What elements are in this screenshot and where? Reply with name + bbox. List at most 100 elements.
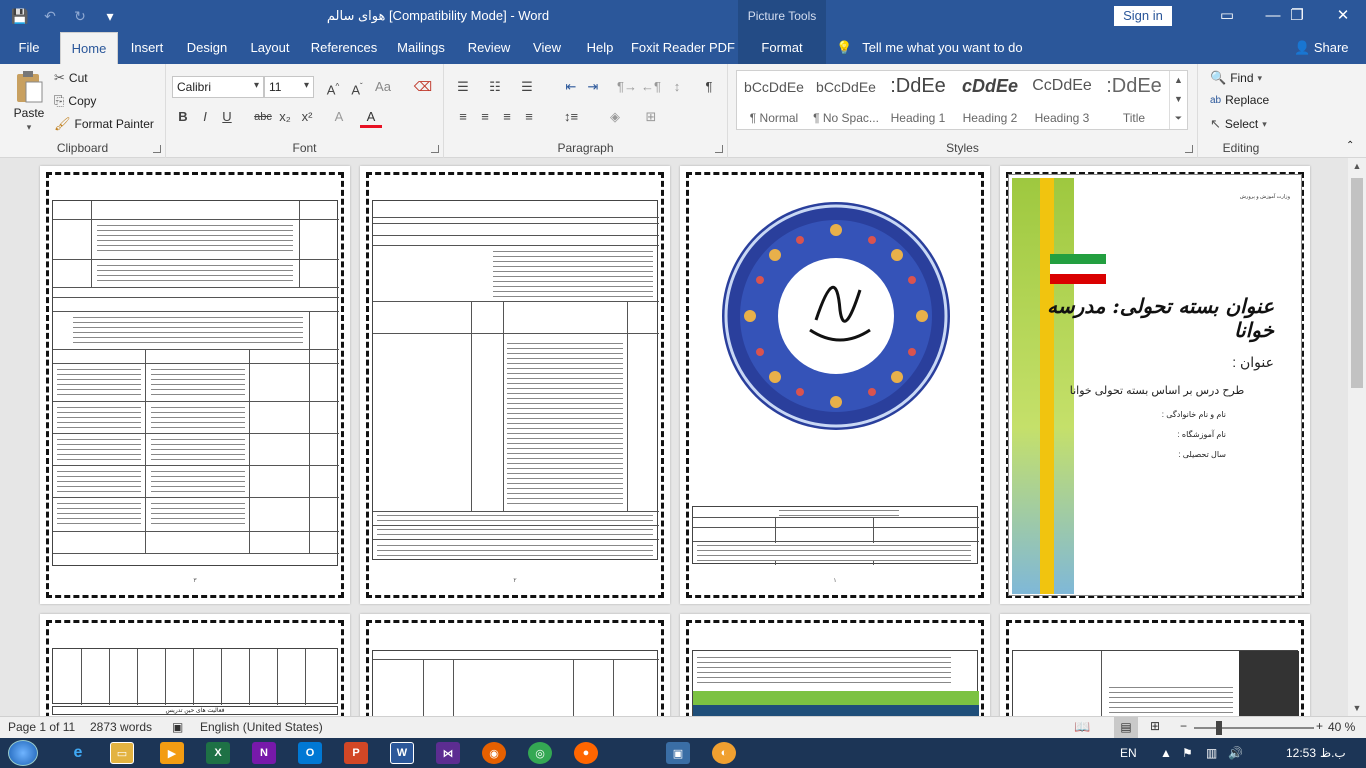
close-button[interactable]: ✕ bbox=[1320, 0, 1366, 32]
tab-review[interactable]: Review bbox=[462, 32, 516, 64]
read-mode-icon[interactable]: 📖 bbox=[1074, 719, 1090, 735]
zoom-slider-thumb[interactable] bbox=[1216, 721, 1222, 735]
scroll-up-icon[interactable]: ▲ bbox=[1348, 158, 1366, 174]
align-center-icon[interactable]: ≡ bbox=[474, 106, 496, 128]
font-dialog-launcher[interactable] bbox=[431, 145, 439, 153]
zoom-slider[interactable] bbox=[1194, 727, 1314, 729]
scroll-thumb[interactable] bbox=[1351, 178, 1363, 388]
tab-format[interactable]: Format bbox=[738, 32, 826, 64]
rtl-icon[interactable]: ←¶ bbox=[640, 76, 662, 98]
start-button[interactable] bbox=[8, 740, 38, 766]
text-effects-button[interactable]: A bbox=[328, 106, 350, 128]
zoom-in-icon[interactable]: + bbox=[1316, 719, 1323, 733]
network-icon[interactable]: ▥ bbox=[1206, 738, 1217, 768]
paste-button[interactable]: Paste ▾ bbox=[12, 70, 46, 133]
style-normal[interactable]: bCcDdEe ¶ Normal bbox=[739, 71, 809, 129]
tab-mailings[interactable]: Mailings bbox=[390, 32, 452, 64]
shrink-font-icon[interactable]: Aˇ bbox=[346, 76, 368, 98]
underline-button[interactable]: U bbox=[216, 106, 238, 128]
style-heading-3[interactable]: CcDdEe Heading 3 bbox=[1027, 71, 1097, 129]
sort-icon[interactable]: ↕ bbox=[666, 76, 688, 98]
tab-help[interactable]: Help bbox=[578, 32, 622, 64]
style-no-spacing[interactable]: bCcDdEe ¶ No Spac... bbox=[811, 71, 881, 129]
zoom-level[interactable]: 40 % bbox=[1328, 720, 1355, 734]
sign-in-button[interactable]: Sign in bbox=[1114, 6, 1172, 26]
flag-icon[interactable]: ⚑ bbox=[1182, 738, 1193, 768]
tab-file[interactable]: File bbox=[8, 32, 50, 64]
document-page[interactable] bbox=[360, 614, 670, 716]
powerpoint-icon[interactable]: P bbox=[344, 742, 368, 764]
style-heading-2[interactable]: cDdEe Heading 2 bbox=[955, 71, 1025, 129]
clear-formatting-icon[interactable]: ⌫ bbox=[412, 76, 434, 98]
chrome-icon[interactable]: ◎ bbox=[528, 742, 552, 764]
increase-indent-icon[interactable]: ⇥ bbox=[582, 76, 604, 98]
line-spacing-icon[interactable]: ↕≡ bbox=[560, 106, 582, 128]
copy-button[interactable]: ⎘ Copy bbox=[54, 93, 96, 109]
align-right-icon[interactable]: ≡ bbox=[496, 106, 518, 128]
tab-layout[interactable]: Layout bbox=[244, 32, 296, 64]
collapse-ribbon-icon[interactable]: ⌃ bbox=[1346, 140, 1354, 151]
onenote-icon[interactable]: N bbox=[252, 742, 276, 764]
italic-button[interactable]: I bbox=[194, 106, 216, 128]
font-name-combo[interactable]: Calibri ▾ bbox=[172, 76, 264, 98]
print-layout-icon[interactable]: ▤ bbox=[1114, 717, 1138, 738]
strikethrough-button[interactable]: abc bbox=[252, 106, 274, 128]
web-layout-icon[interactable]: ⊞ bbox=[1150, 719, 1160, 733]
tab-references[interactable]: References bbox=[306, 32, 382, 64]
document-workspace[interactable]: ۳ ۲ ۱ وزارت آموزش و پرورش عنوان بسته تحو… bbox=[0, 158, 1348, 716]
remote-desktop-icon[interactable]: ▣ bbox=[666, 742, 690, 764]
find-button[interactable]: 🔍 Find ▾ bbox=[1210, 70, 1262, 86]
chevron-down-icon[interactable]: ▼ bbox=[1170, 90, 1187, 109]
selected-picture-frame[interactable] bbox=[1008, 174, 1302, 596]
file-explorer-icon[interactable]: ▭ bbox=[110, 742, 134, 764]
show-formatting-icon[interactable]: ¶ bbox=[698, 76, 720, 98]
document-page[interactable]: ۲ bbox=[360, 166, 670, 604]
excel-icon[interactable]: X bbox=[206, 742, 230, 764]
font-color-button[interactable]: A bbox=[360, 106, 382, 128]
volume-icon[interactable]: 🔊 bbox=[1228, 738, 1243, 768]
replace-button[interactable]: ab Replace bbox=[1210, 93, 1269, 107]
tell-me-search[interactable]: 💡 Tell me what you want to do bbox=[836, 32, 1023, 64]
ribbon-display-options-icon[interactable]: ▭ bbox=[1204, 0, 1250, 32]
decorative-ornament-image[interactable] bbox=[720, 200, 952, 432]
multilevel-list-icon[interactable]: ☰ bbox=[516, 76, 538, 98]
proofing-icon[interactable]: ▣ bbox=[172, 720, 183, 734]
zoom-out-icon[interactable]: − bbox=[1180, 719, 1187, 733]
document-page[interactable] bbox=[680, 614, 990, 716]
maximize-button[interactable]: ❐ bbox=[1274, 0, 1320, 32]
decrease-indent-icon[interactable]: ⇤ bbox=[560, 76, 582, 98]
firefox-icon[interactable]: ◉ bbox=[482, 742, 506, 764]
tab-insert[interactable]: Insert bbox=[124, 32, 170, 64]
document-page[interactable]: ۱ bbox=[680, 166, 990, 604]
cut-button[interactable]: ✂ Cut bbox=[54, 70, 88, 86]
tab-home[interactable]: Home bbox=[60, 32, 118, 64]
chevron-up-icon[interactable]: ▲ bbox=[1160, 738, 1172, 768]
vertical-scrollbar[interactable]: ▲ ▼ bbox=[1348, 158, 1366, 716]
page-count[interactable]: Page 1 of 11 bbox=[8, 720, 75, 734]
style-title[interactable]: :DdEe Title bbox=[1099, 71, 1169, 129]
clock-time[interactable]: 12:53 bbox=[1286, 738, 1316, 768]
borders-icon[interactable]: ⊞ bbox=[640, 106, 662, 128]
tab-foxit-reader-pdf[interactable]: Foxit Reader PDF bbox=[630, 32, 736, 64]
format-painter-button[interactable]: 🖌 Format Painter bbox=[54, 116, 154, 132]
change-case-icon[interactable]: Aa bbox=[372, 76, 394, 98]
scroll-down-icon[interactable]: ▼ bbox=[1348, 700, 1366, 716]
grow-font-icon[interactable]: A^ bbox=[322, 76, 344, 98]
internet-explorer-icon[interactable]: e bbox=[66, 742, 90, 764]
share-button[interactable]: 👤 Share bbox=[1294, 32, 1349, 64]
document-page[interactable]: ۳ bbox=[40, 166, 350, 604]
ltr-icon[interactable]: ¶→ bbox=[616, 76, 638, 98]
document-page[interactable] bbox=[1000, 614, 1310, 716]
outlook-icon[interactable]: O bbox=[298, 742, 322, 764]
styles-gallery-scroll[interactable]: ▲ ▼ ⏷ bbox=[1169, 71, 1187, 129]
document-page[interactable]: فعالیت های حین تدریس bbox=[40, 614, 350, 716]
bullets-icon[interactable]: ☰ bbox=[452, 76, 474, 98]
paragraph-dialog-launcher[interactable] bbox=[715, 145, 723, 153]
clock-ampm[interactable]: ب.ظ bbox=[1320, 738, 1346, 768]
media-player-icon[interactable]: ▶ bbox=[160, 742, 184, 764]
clipboard-dialog-launcher[interactable] bbox=[153, 145, 161, 153]
visual-studio-icon[interactable]: ⋈ bbox=[436, 742, 460, 764]
word-count[interactable]: 2873 words bbox=[90, 720, 152, 734]
language-indicator[interactable]: EN bbox=[1120, 738, 1137, 768]
tab-view[interactable]: View bbox=[526, 32, 568, 64]
